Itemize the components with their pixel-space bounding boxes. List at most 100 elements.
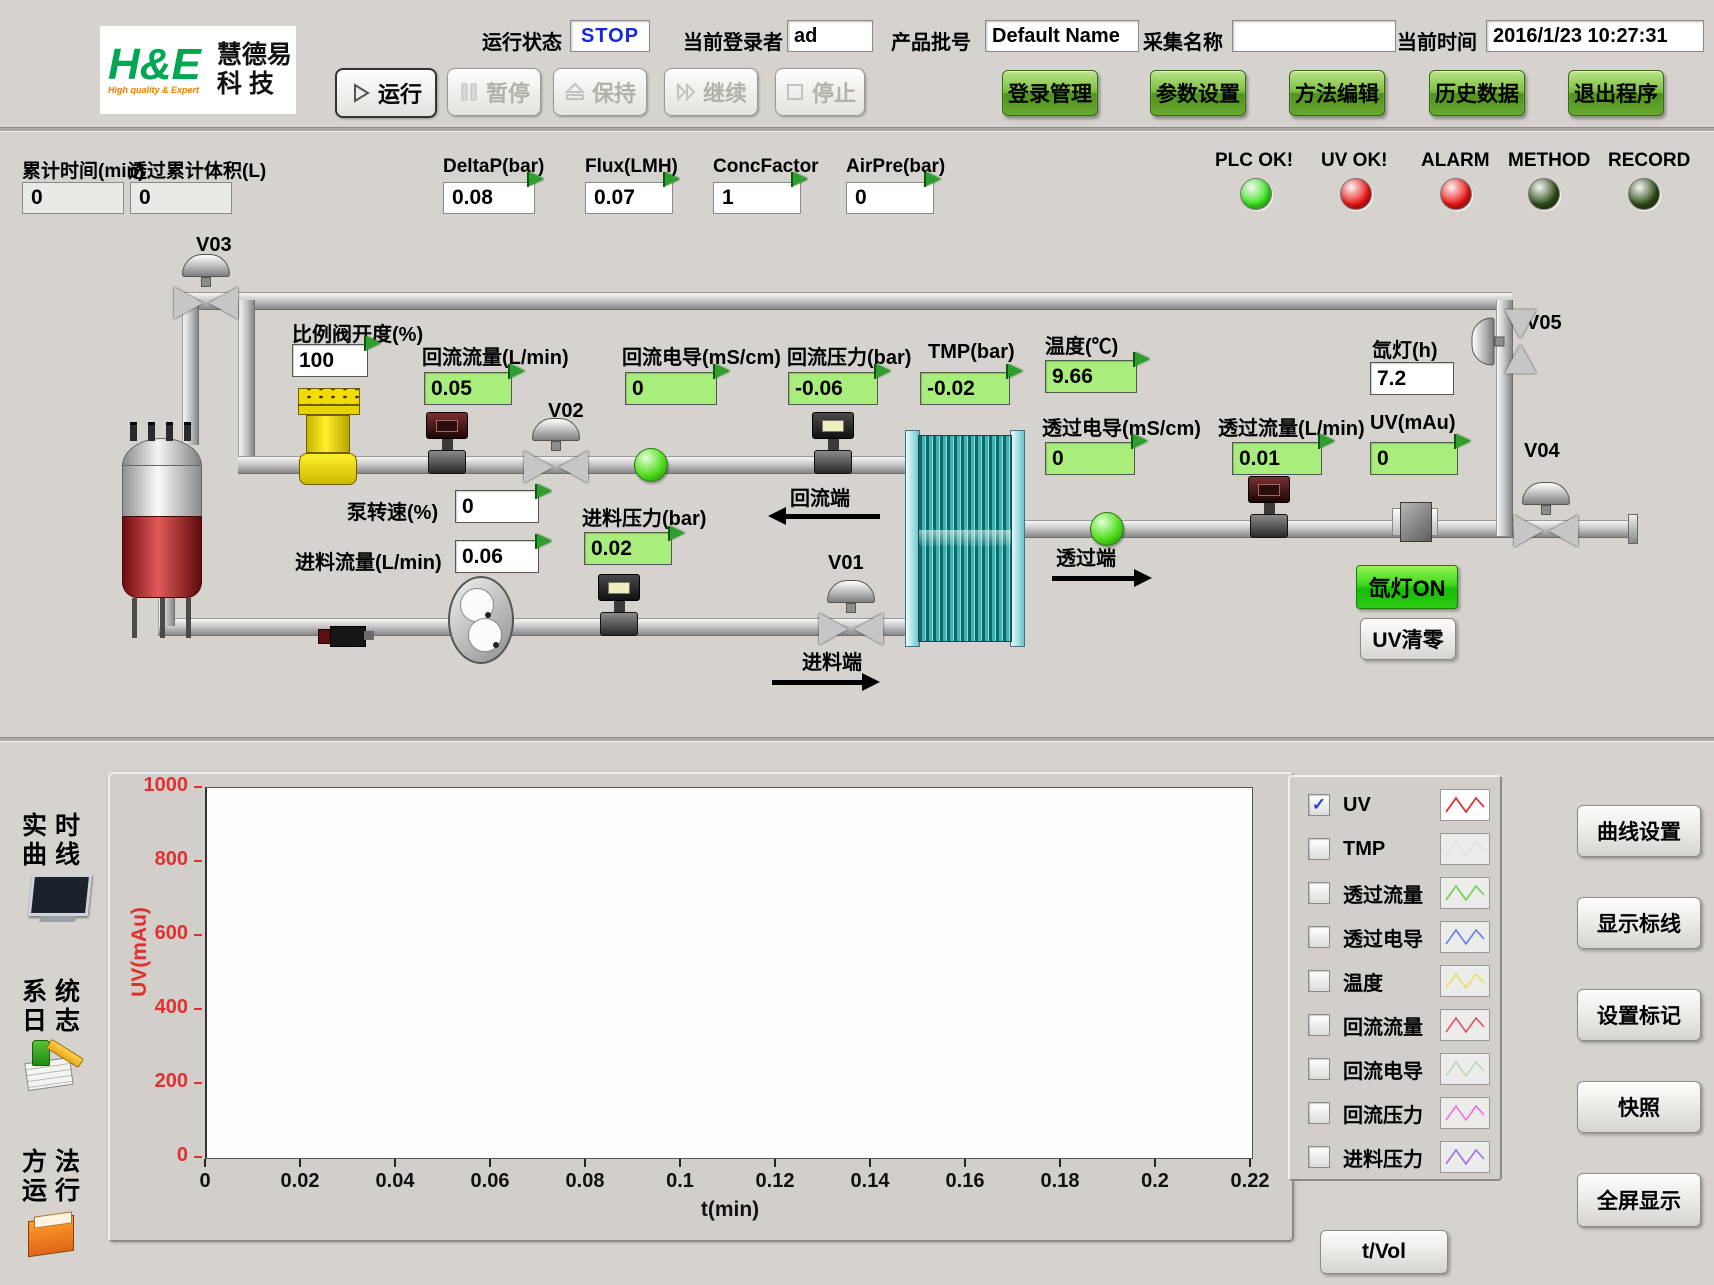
feed-direction-arrow — [772, 680, 864, 685]
x-tick-label: 0.12 — [740, 1170, 810, 1193]
legend-row[interactable]: 回流电导 — [1290, 1047, 1500, 1091]
sidebar-item-method-run[interactable]: 方法运行 — [22, 1148, 88, 1206]
legend-line-sample-icon — [1440, 1097, 1490, 1129]
sidebar-item-system-log[interactable]: 系统日志 — [22, 978, 88, 1036]
parameter-settings-button[interactable]: 参数设置 — [1150, 70, 1246, 116]
login-manage-button[interactable]: 登录管理 — [1002, 70, 1098, 116]
legend-row[interactable]: 进料压力 — [1290, 1135, 1500, 1179]
record-led — [1628, 178, 1660, 210]
show-marker-line-button[interactable]: 显示标线 — [1577, 897, 1701, 949]
hold-button[interactable]: 保持 — [553, 68, 647, 116]
snapshot-button[interactable]: 快照 — [1577, 1081, 1701, 1133]
valve-v03[interactable] — [174, 254, 238, 319]
pause-button[interactable]: 暂停 — [447, 68, 541, 116]
legend-checkbox[interactable] — [1308, 1102, 1330, 1124]
run-state-label: 运行状态 — [482, 26, 562, 55]
feed-flow-value: 0.06 — [455, 540, 539, 573]
method-edit-button[interactable]: 方法编辑 — [1289, 70, 1385, 116]
legend-series-label: TMP — [1343, 838, 1427, 861]
method-label: METHOD — [1508, 150, 1590, 172]
prop-valve-opening-value[interactable]: 100 — [292, 344, 368, 377]
legend-row[interactable]: 透过电导 — [1290, 915, 1500, 959]
reflux-port-label: 回流端 — [790, 482, 850, 511]
y-tick-label: 1000 — [128, 774, 188, 797]
logo-cn-line1: 慧德易 — [217, 41, 292, 70]
concfactor-value[interactable]: 1 — [713, 182, 801, 214]
deltap-value[interactable]: 0.08 — [443, 182, 535, 214]
x-tick-mark — [299, 1159, 301, 1167]
feed-pump — [448, 576, 514, 664]
tank-legs — [122, 598, 202, 638]
legend-checkbox[interactable] — [1308, 838, 1330, 860]
set-mark-button[interactable]: 设置标记 — [1577, 989, 1701, 1041]
batch-value[interactable]: Default Name — [985, 20, 1139, 52]
valve-v01[interactable] — [819, 580, 883, 645]
reflux-flow-value: 0.05 — [424, 372, 512, 405]
run-button[interactable]: 运行 — [335, 68, 437, 118]
legend-series-label: 回流电导 — [1343, 1055, 1427, 1084]
legend-row[interactable]: 回流压力 — [1290, 1091, 1500, 1135]
hold-icon — [564, 81, 586, 103]
y-tick-mark — [194, 786, 202, 788]
xenon-hours-value[interactable]: 7.2 — [1370, 362, 1454, 395]
flag-icon — [1006, 364, 1026, 380]
sidebar-item-realtime-curve[interactable]: 实时曲线 — [22, 812, 88, 870]
valve-v04[interactable] — [1514, 482, 1578, 547]
legend-checkbox[interactable] — [1308, 882, 1330, 904]
legend-row[interactable]: 温度 — [1290, 959, 1500, 1003]
trend-plot-area[interactable] — [205, 787, 1253, 1159]
valve-actuator — [182, 254, 230, 277]
y-tick-label: 800 — [128, 848, 188, 871]
flag-icon — [1131, 434, 1151, 450]
y-tick-mark — [194, 934, 202, 936]
x-tick-mark — [1154, 1159, 1156, 1167]
realtime-curve-icon[interactable] — [26, 874, 88, 922]
permeate-flow-sensor — [1248, 476, 1290, 538]
legend-row[interactable]: 透过流量 — [1290, 871, 1500, 915]
stop-button[interactable]: 停止 — [775, 68, 865, 116]
tmp-label: TMP(bar) — [928, 341, 1015, 364]
system-log-icon[interactable] — [24, 1040, 86, 1092]
proportional-valve[interactable] — [298, 388, 358, 485]
uv-zero-button[interactable]: UV清零 — [1360, 618, 1456, 660]
resume-button[interactable]: 继续 — [664, 68, 758, 116]
flag-icon — [1133, 352, 1153, 368]
x-tick-label: 0.1 — [645, 1170, 715, 1193]
current-user-value[interactable]: ad — [787, 20, 873, 52]
valve-actuator — [532, 418, 580, 441]
permeate-flow-label: 透过流量(L/min) — [1218, 412, 1365, 441]
current-user-label: 当前登录者 — [683, 26, 783, 55]
uv-ok-led — [1340, 178, 1372, 210]
legend-row[interactable]: TMP — [1290, 827, 1500, 871]
flag-icon — [535, 484, 555, 500]
history-data-button[interactable]: 历史数据 — [1429, 70, 1525, 116]
method-run-icon[interactable] — [28, 1212, 78, 1256]
flag-icon — [527, 172, 547, 188]
valve-v05[interactable] — [1472, 310, 1537, 374]
legend-checkbox[interactable]: ✓ — [1308, 794, 1330, 816]
x-tick-label: 0.16 — [930, 1170, 1000, 1193]
acquisition-name-value[interactable] — [1232, 20, 1396, 52]
flag-icon — [364, 336, 384, 352]
x-tick-mark — [869, 1159, 871, 1167]
pump-speed-value[interactable]: 0 — [455, 490, 539, 523]
y-tick-label: 200 — [128, 1070, 188, 1093]
t-vol-toggle-button[interactable]: t/Vol — [1320, 1230, 1448, 1274]
flux-value[interactable]: 0.07 — [585, 182, 673, 214]
permeate-status-ball — [1090, 512, 1124, 546]
method-led — [1528, 178, 1560, 210]
airpre-value[interactable]: 0 — [846, 182, 934, 214]
legend-row[interactable]: 回流流量 — [1290, 1003, 1500, 1047]
legend-checkbox[interactable] — [1308, 970, 1330, 992]
curve-settings-button[interactable]: 曲线设置 — [1577, 805, 1701, 857]
exit-program-button[interactable]: 退出程序 — [1568, 70, 1664, 116]
fullscreen-button[interactable]: 全屏显示 — [1577, 1173, 1701, 1227]
legend-checkbox[interactable] — [1308, 1014, 1330, 1036]
xenon-on-button[interactable]: 氙灯ON — [1356, 565, 1458, 609]
reflux-direction-arrow — [784, 514, 880, 519]
legend-checkbox[interactable] — [1308, 1058, 1330, 1080]
legend-row[interactable]: ✓UV — [1290, 783, 1500, 827]
legend-checkbox[interactable] — [1308, 926, 1330, 948]
legend-checkbox[interactable] — [1308, 1146, 1330, 1168]
valve-v02[interactable] — [524, 418, 588, 483]
